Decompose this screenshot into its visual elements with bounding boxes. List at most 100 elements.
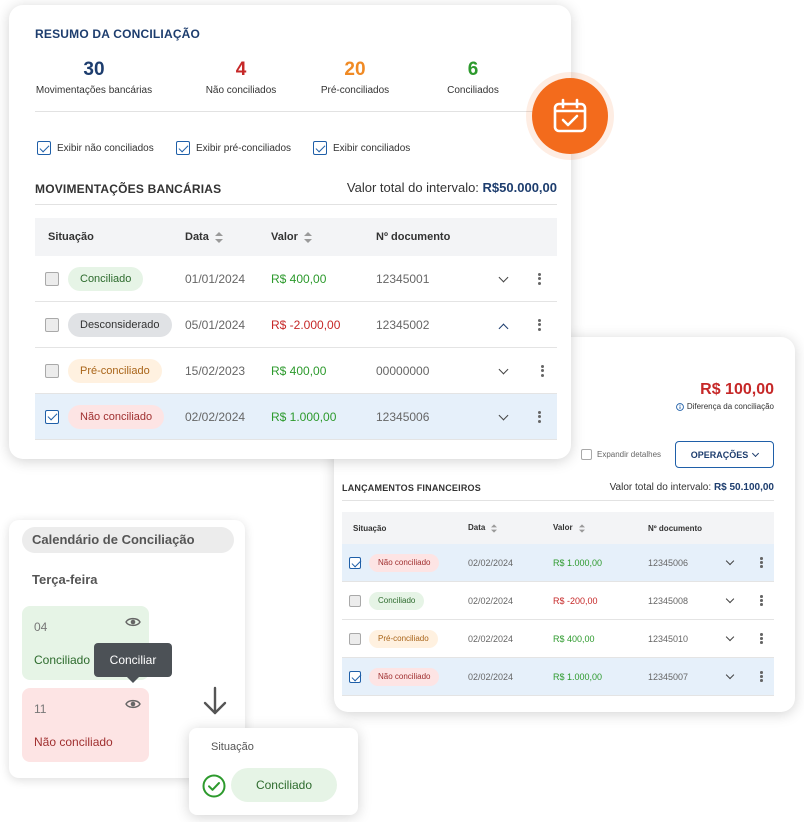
total-value: R$ 50.100,00 xyxy=(713,482,774,493)
filter-show-not-reconciled[interactable]: Exibir não conciliados xyxy=(37,141,154,155)
difference-label: Diferença da conciliação xyxy=(686,402,774,411)
reconcile-tooltip: Conciliar xyxy=(94,643,172,683)
total-label: Valor total do intervalo: xyxy=(609,482,712,493)
checkbox[interactable] xyxy=(581,449,592,460)
more-options-icon[interactable] xyxy=(538,317,541,332)
day-status: Conciliado xyxy=(34,653,91,667)
expand-details-label: Expandir detalhes xyxy=(597,450,662,459)
col-valor[interactable]: Valor xyxy=(271,231,312,243)
filter-show-reconciled[interactable]: Exibir conciliados xyxy=(313,141,410,155)
col-documento: Nº documento xyxy=(648,523,703,533)
stat-bank-movements: 30 Movimentações bancárias xyxy=(35,59,153,96)
chevron-down-icon[interactable] xyxy=(498,410,509,421)
more-options-icon[interactable] xyxy=(541,363,544,378)
chevron-down-icon[interactable] xyxy=(725,594,735,604)
status-badge: Conciliado xyxy=(369,591,425,610)
stat-not-reconciled: 4 Não conciliados xyxy=(199,59,283,96)
table-row[interactable]: Conciliado 01/01/2024 R$ 400,00 12345001 xyxy=(35,256,557,302)
divider xyxy=(342,500,774,501)
checkbox[interactable] xyxy=(313,141,327,155)
sort-icon xyxy=(578,524,585,533)
eye-icon[interactable] xyxy=(125,616,141,628)
more-options-icon[interactable] xyxy=(538,409,541,424)
col-data[interactable]: Data xyxy=(185,231,223,243)
day-number: 11 xyxy=(34,702,47,716)
row-document: 12345007 xyxy=(648,671,689,682)
chevron-down-icon xyxy=(752,449,760,457)
checkbox[interactable] xyxy=(37,141,51,155)
table-row[interactable]: Pré-conciliado 02/02/2024 R$ 400,00 1234… xyxy=(342,620,774,658)
row-value: R$ 400,00 xyxy=(271,271,327,286)
stat-label: Não conciliados xyxy=(205,85,277,96)
row-value: R$ 1.000,00 xyxy=(553,557,603,568)
calendar-check-icon xyxy=(553,98,587,133)
divider xyxy=(35,204,557,205)
total-label: Valor total do intervalo: xyxy=(346,180,479,195)
more-options-icon[interactable] xyxy=(760,670,763,684)
filter-show-pre-reconciled[interactable]: Exibir pré-conciliados xyxy=(176,141,291,155)
more-options-icon[interactable] xyxy=(538,271,541,286)
checkbox[interactable] xyxy=(176,141,190,155)
row-checkbox[interactable] xyxy=(45,409,59,424)
more-options-icon[interactable] xyxy=(760,632,763,646)
chevron-down-icon[interactable] xyxy=(498,364,509,375)
check-circle-icon xyxy=(202,774,226,798)
expand-details-toggle[interactable]: Expandir detalhes xyxy=(581,449,661,460)
info-icon xyxy=(675,402,684,411)
calendar-day-cell-not-reconciled[interactable]: 11 Não conciliado xyxy=(22,688,149,762)
row-date: 15/02/2023 xyxy=(185,363,246,378)
row-checkbox[interactable] xyxy=(349,594,361,607)
calendar-weekday: Terça-feira xyxy=(32,572,98,587)
more-options-icon[interactable] xyxy=(760,594,763,608)
chevron-down-icon[interactable] xyxy=(498,272,509,283)
filter-label: Exibir pré-conciliados xyxy=(196,142,292,154)
col-valor[interactable]: Valor xyxy=(553,523,585,533)
row-value: R$ 400,00 xyxy=(271,363,327,378)
bank-table-header: Situação Data Valor Nº documento xyxy=(35,218,557,256)
status-badge: Conciliado xyxy=(68,266,144,291)
filter-label: Exibir conciliados xyxy=(333,142,411,154)
row-checkbox[interactable] xyxy=(45,271,59,286)
row-document: 00000000 xyxy=(376,363,430,378)
row-document: 12345006 xyxy=(376,409,430,424)
col-situacao: Situação xyxy=(48,231,94,243)
row-checkbox[interactable] xyxy=(45,363,59,378)
status-badge: Não conciliado xyxy=(369,667,440,686)
situation-value: Conciliado xyxy=(255,778,313,792)
stat-pre-reconciled: 20 Pré-conciliados xyxy=(315,59,395,96)
table-row[interactable]: Não conciliado 02/02/2024 R$ 1.000,00 12… xyxy=(35,394,557,440)
stat-value: 6 xyxy=(467,59,479,80)
table-row[interactable]: Conciliado 02/02/2024 R$ -200,00 1234500… xyxy=(342,582,774,620)
row-checkbox[interactable] xyxy=(349,556,361,569)
table-row[interactable]: Não conciliado 02/02/2024 R$ 1.000,00 12… xyxy=(342,658,774,696)
row-document: 12345006 xyxy=(648,557,689,568)
tooltip-label: Conciliar xyxy=(109,653,157,667)
row-date: 02/02/2024 xyxy=(468,671,514,682)
row-checkbox[interactable] xyxy=(45,317,59,332)
bank-total: Valor total do intervalo: R$50.000,00 xyxy=(347,180,557,195)
table-row[interactable]: Pré-conciliado 15/02/2023 R$ 400,00 0000… xyxy=(35,348,557,394)
stat-reconciled: 6 Conciliados xyxy=(447,59,499,96)
operations-button[interactable]: OPERAÇÕES xyxy=(675,441,774,468)
chevron-down-icon[interactable] xyxy=(725,632,735,642)
table-row[interactable]: Desconsiderado 05/01/2024 R$ -2.000,00 1… xyxy=(35,302,557,348)
row-checkbox[interactable] xyxy=(349,670,361,683)
col-data[interactable]: Data xyxy=(468,523,498,533)
eye-icon[interactable] xyxy=(125,698,141,710)
day-number: 04 xyxy=(34,620,48,634)
situation-card: Situação Conciliado xyxy=(189,728,358,815)
situation-status-badge[interactable]: Conciliado xyxy=(231,768,337,802)
table-row[interactable]: Não conciliado 02/02/2024 R$ 1.000,00 12… xyxy=(342,544,774,582)
row-value: R$ -2.000,00 xyxy=(271,317,341,332)
operations-label: OPERAÇÕES xyxy=(690,449,749,460)
financial-total: Valor total do intervalo: R$ 50.100,00 xyxy=(610,482,774,493)
chevron-up-icon[interactable] xyxy=(498,323,509,334)
chevron-down-icon[interactable] xyxy=(725,556,735,566)
row-document: 12345010 xyxy=(648,633,689,644)
more-options-icon[interactable] xyxy=(760,556,763,570)
calendar-button[interactable] xyxy=(532,78,608,154)
stat-label: Pré-conciliados xyxy=(320,85,390,96)
row-checkbox[interactable] xyxy=(349,632,361,645)
chevron-down-icon[interactable] xyxy=(725,670,735,680)
stat-label: Movimentações bancárias xyxy=(35,85,153,96)
